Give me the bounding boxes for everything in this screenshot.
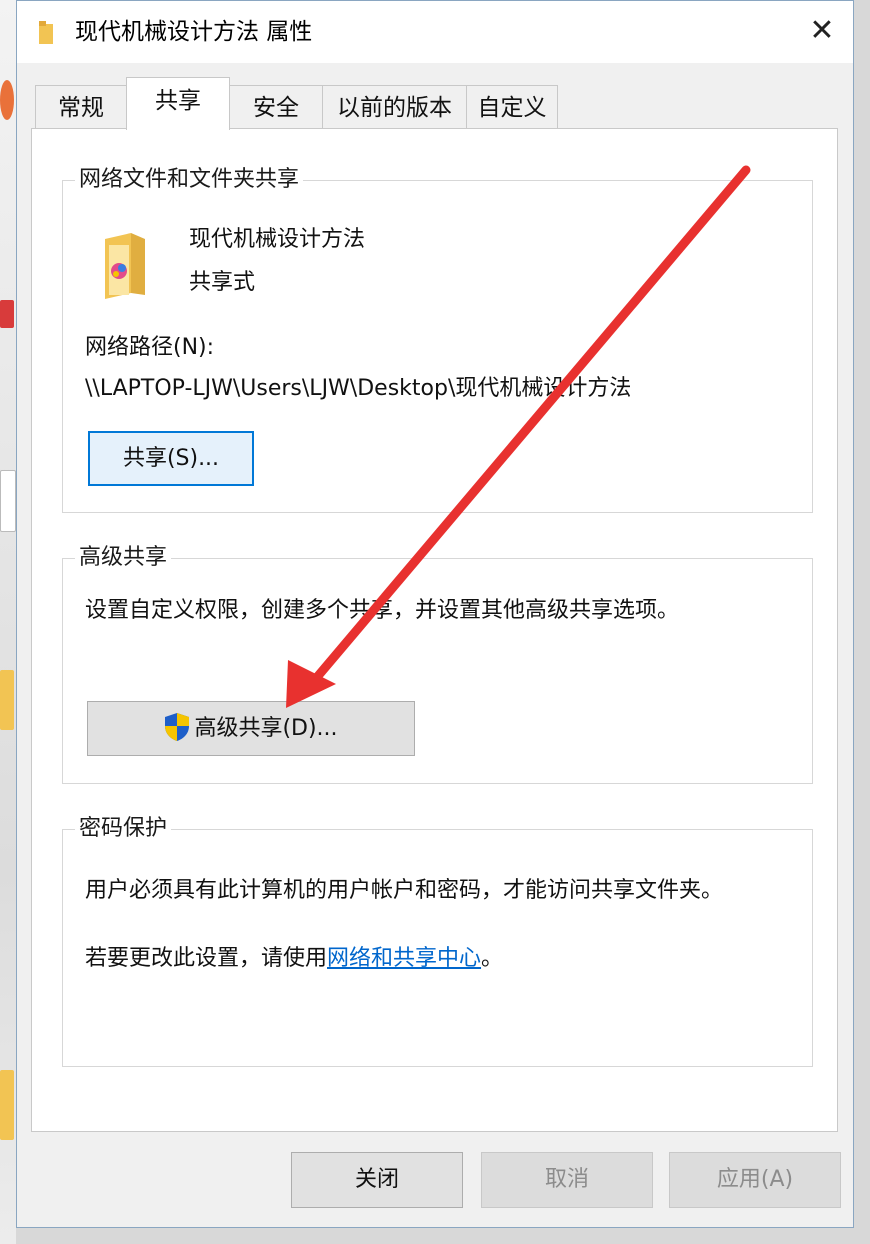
advanced-share-button[interactable]: 高级共享(D)... [87,701,415,756]
tab-customize[interactable]: 自定义 [466,85,558,129]
title-bar: 现代机械设计方法 属性 ✕ [17,1,853,63]
advanced-share-group: 高级共享 设置自定义权限，创建多个共享，并设置其他高级共享选项。 高级共享(D)… [62,543,813,784]
hint-prefix: 若要更改此设置，请使用 [85,946,328,971]
group-title: 网络文件和文件夹共享 [75,165,304,195]
tab-general[interactable]: 常规 [35,85,127,129]
properties-dialog: 现代机械设计方法 属性 ✕ 常规 共享 安全 以前的版本 自定义 网络文件和文件… [16,0,854,1228]
network-sharing-center-link[interactable]: 网络和共享中心 [327,946,481,971]
desktop-background [0,0,16,1244]
window-title: 现代机械设计方法 属性 [75,19,313,45]
tab-security[interactable]: 安全 [229,85,323,129]
share-status: 共享式 [189,270,256,295]
close-dialog-button[interactable]: 关闭 [291,1152,463,1208]
folder-icon [105,233,145,299]
desktop-icon [0,300,14,328]
apply-button[interactable]: 应用(A) [669,1152,841,1208]
desktop-icon [0,670,14,730]
folder-name: 现代机械设计方法 [189,227,366,252]
desktop-icon [0,80,14,120]
advanced-share-description: 设置自定义权限，创建多个共享，并设置其他高级共享选项。 [85,598,680,623]
uac-shield-icon [165,713,190,741]
tab-previous-versions[interactable]: 以前的版本 [322,85,467,129]
group-title: 密码保护 [75,814,172,844]
folder-icon [39,21,53,44]
share-button[interactable]: 共享(S)... [88,431,254,486]
cancel-button[interactable]: 取消 [481,1152,653,1208]
network-path-value[interactable]: \\LAPTOP-LJW\Users\LJW\Desktop\现代机械设计方法 [85,374,631,404]
close-button[interactable]: ✕ [791,1,853,63]
desktop-icon [0,470,16,532]
advanced-share-label: 高级共享(D)... [194,716,338,741]
network-path-label: 网络路径(N): [85,335,215,360]
network-share-group: 网络文件和文件夹共享 现代机械设计方法 共享式 网络路径(N): \\LAPTO… [62,165,813,513]
password-description: 用户必须具有此计算机的用户帐户和密码，才能访问共享文件夹。 [85,878,724,903]
password-protection-group: 密码保护 用户必须具有此计算机的用户帐户和密码，才能访问共享文件夹。 若要更改此… [62,814,813,1067]
group-title: 高级共享 [75,543,172,573]
tab-sharing[interactable]: 共享 [126,77,230,130]
hint-suffix: 。 [481,946,504,971]
password-change-hint: 若要更改此设置，请使用网络和共享中心。 [85,944,503,974]
desktop-icon [0,1070,14,1140]
sharing-panel: 网络文件和文件夹共享 现代机械设计方法 共享式 网络路径(N): \\LAPTO… [31,128,838,1132]
